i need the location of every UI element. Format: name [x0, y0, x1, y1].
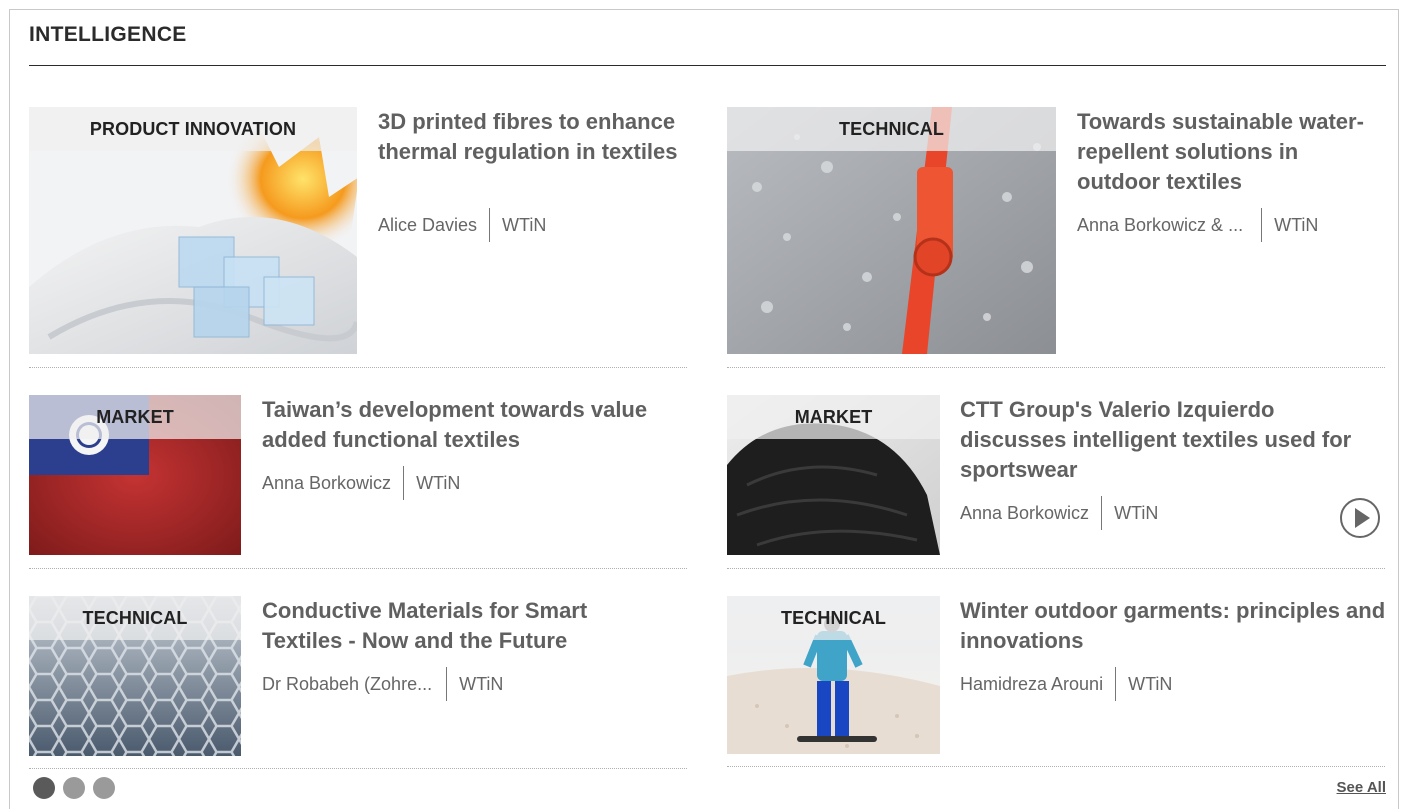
- article-meta: Anna Borkowicz WTiN: [262, 466, 460, 500]
- article-author[interactable]: Anna Borkowicz & ...: [1077, 215, 1243, 236]
- article-author[interactable]: Dr Robabeh (Zohre...: [262, 674, 432, 695]
- article-author[interactable]: Hamidreza Arouni: [960, 674, 1103, 695]
- meta-separator: [446, 667, 448, 701]
- article-title[interactable]: 3D printed fibres to enhance thermal reg…: [378, 107, 678, 167]
- article-card[interactable]: TECHNICAL Towards sustainable water-repe…: [727, 107, 1387, 357]
- article-meta: Anna Borkowicz & ... WTiN: [1077, 208, 1318, 242]
- play-video-icon[interactable]: [1340, 498, 1380, 538]
- article-source[interactable]: WTiN: [459, 674, 503, 695]
- article-card[interactable]: TECHNICAL Conductive Materials for Smart…: [29, 596, 689, 758]
- pagination-dot[interactable]: [93, 777, 115, 799]
- article-author[interactable]: Anna Borkowicz: [262, 473, 391, 494]
- section-title-rule: [29, 65, 1386, 66]
- article-card[interactable]: MARKET Taiwan’s development towards valu…: [29, 395, 689, 557]
- play-triangle-icon: [1355, 508, 1370, 528]
- meta-separator: [403, 466, 405, 500]
- article-title[interactable]: Towards sustainable water-repellent solu…: [1077, 107, 1382, 197]
- article-divider: [29, 768, 687, 769]
- article-title[interactable]: Taiwan’s development towards value added…: [262, 395, 672, 455]
- category-tag: TECHNICAL: [727, 596, 940, 640]
- article-meta: Anna Borkowicz WTiN: [960, 496, 1158, 530]
- article-source[interactable]: WTiN: [416, 473, 460, 494]
- meta-separator: [1261, 208, 1263, 242]
- article-divider: [727, 568, 1385, 569]
- article-divider: [29, 568, 687, 569]
- article-source[interactable]: WTiN: [502, 215, 546, 236]
- article-thumbnail[interactable]: TECHNICAL: [29, 596, 241, 756]
- pagination-dot[interactable]: [33, 777, 55, 799]
- meta-separator: [1115, 667, 1117, 701]
- article-card[interactable]: MARKET CTT Group's Valerio Izquierdo dis…: [727, 395, 1387, 557]
- article-author[interactable]: Anna Borkowicz: [960, 503, 1089, 524]
- article-title[interactable]: Conductive Materials for Smart Textiles …: [262, 596, 672, 656]
- article-card[interactable]: TECHNICAL Winter outdoor garments: princ…: [727, 596, 1387, 758]
- article-meta: Dr Robabeh (Zohre... WTiN: [262, 667, 503, 701]
- meta-separator: [1101, 496, 1103, 530]
- article-source[interactable]: WTiN: [1274, 215, 1318, 236]
- article-divider: [727, 367, 1385, 368]
- article-meta: Hamidreza Arouni WTiN: [960, 667, 1172, 701]
- category-tag: TECHNICAL: [29, 596, 241, 640]
- category-tag: TECHNICAL: [727, 107, 1056, 151]
- article-thumbnail[interactable]: TECHNICAL: [727, 107, 1056, 354]
- category-tag: MARKET: [727, 395, 940, 439]
- article-author[interactable]: Alice Davies: [378, 215, 477, 236]
- pagination-dots: [33, 777, 115, 799]
- article-thumbnail[interactable]: TECHNICAL: [727, 596, 940, 754]
- category-tag: MARKET: [29, 395, 241, 439]
- article-divider: [29, 367, 687, 368]
- article-thumbnail[interactable]: MARKET: [727, 395, 940, 555]
- article-source[interactable]: WTiN: [1128, 674, 1172, 695]
- pagination-dot[interactable]: [63, 777, 85, 799]
- category-tag: PRODUCT INNOVATION: [29, 107, 357, 151]
- article-divider: [727, 766, 1385, 767]
- section-title: INTELLIGENCE: [29, 23, 187, 46]
- article-source[interactable]: WTiN: [1114, 503, 1158, 524]
- article-card[interactable]: PRODUCT INNOVATION 3D printed fibres to …: [29, 107, 689, 357]
- article-meta: Alice Davies WTiN: [378, 208, 546, 242]
- article-title[interactable]: Winter outdoor garments: principles and …: [960, 596, 1390, 656]
- meta-separator: [489, 208, 491, 242]
- article-thumbnail[interactable]: PRODUCT INNOVATION: [29, 107, 357, 354]
- article-title[interactable]: CTT Group's Valerio Izquierdo discusses …: [960, 395, 1380, 485]
- article-thumbnail[interactable]: MARKET: [29, 395, 241, 555]
- see-all-link[interactable]: See All: [1337, 779, 1386, 796]
